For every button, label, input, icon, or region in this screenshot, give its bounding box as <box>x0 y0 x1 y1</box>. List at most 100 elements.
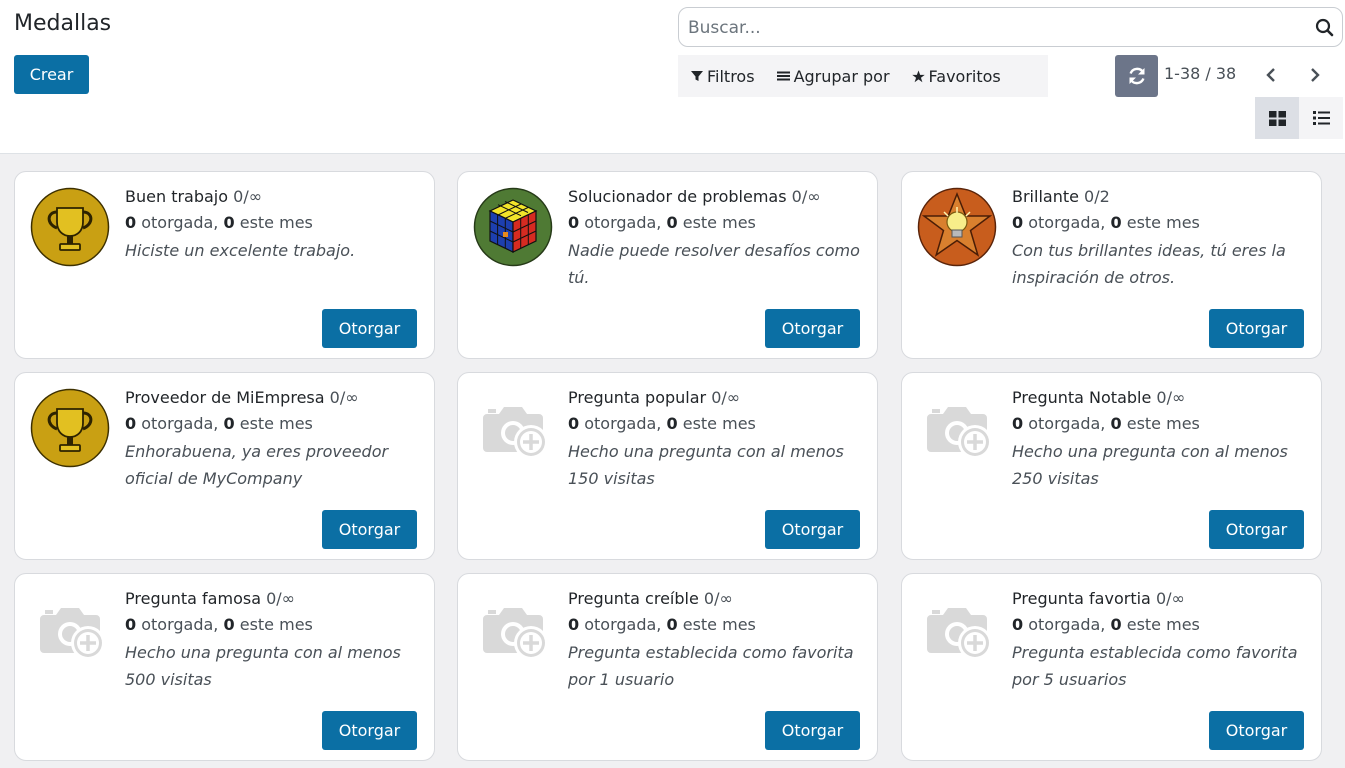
grant-button[interactable]: Otorgar <box>1209 510 1304 549</box>
camera-placeholder-icon <box>917 589 997 669</box>
badge-name: Pregunta famosa <box>125 589 261 608</box>
rubik-cube-icon <box>473 187 553 267</box>
month-count: 0 <box>666 213 678 232</box>
create-button[interactable]: Crear <box>14 55 89 94</box>
month-count: 0 <box>666 615 678 634</box>
month-label: este mes <box>682 213 756 232</box>
group-by-toggle[interactable]: Agrupar por <box>776 67 890 86</box>
bars-icon <box>776 71 790 81</box>
badge-description: Hecho una pregunta con al menos 250 visi… <box>1012 442 1288 488</box>
badge-description: Nadie puede resolver desafíos como tú. <box>568 241 860 287</box>
pager-value[interactable]: 1-38 / 38 <box>1164 64 1236 83</box>
badge-name: Brillante <box>1012 187 1079 206</box>
pager-next-button[interactable] <box>1304 63 1326 87</box>
month-label: este mes <box>1126 414 1200 433</box>
grant-button[interactable]: Otorgar <box>322 510 417 549</box>
chevron-right-icon <box>1311 68 1320 82</box>
badge-description: Pregunta establecida como favorita por 5… <box>1012 643 1298 689</box>
view-switcher <box>1255 97 1343 139</box>
month-count: 0 <box>223 414 235 433</box>
badge-description: Hecho una pregunta con al menos 150 visi… <box>568 442 844 488</box>
granted-label: otorgada, <box>141 213 219 232</box>
reload-button[interactable] <box>1115 55 1158 97</box>
granted-count: 0 <box>568 615 580 634</box>
badge-card[interactable]: Buen trabajo 0/∞ 0 otorgada, 0 este mes … <box>14 171 435 359</box>
kanban-view: Buen trabajo 0/∞ 0 otorgada, 0 este mes … <box>0 154 1345 768</box>
granted-label: otorgada, <box>1028 213 1106 232</box>
badge-limit: 0/∞ <box>703 589 733 608</box>
grant-button[interactable]: Otorgar <box>322 711 417 750</box>
granted-label: otorgada, <box>584 615 662 634</box>
badge-limit: 0/∞ <box>791 187 821 206</box>
badge-limit: 0/2 <box>1084 187 1110 206</box>
badge-limit: 0/∞ <box>233 187 263 206</box>
control-panel: Medallas Crear Filtros Agrupar por Favor… <box>0 0 1345 154</box>
granted-count: 0 <box>568 213 580 232</box>
granted-label: otorgada, <box>1028 414 1106 433</box>
badge-card[interactable]: Pregunta famosa 0/∞ 0 otorgada, 0 este m… <box>14 573 435 761</box>
badge-description: Hiciste un excelente trabajo. <box>125 241 356 260</box>
badge-name: Proveedor de MiEmpresa <box>125 388 325 407</box>
badge-card[interactable]: Solucionador de problemas 0/∞ 0 otorgada… <box>457 171 878 359</box>
filters-toggle[interactable]: Filtros <box>691 67 755 86</box>
grant-button[interactable]: Otorgar <box>1209 711 1304 750</box>
badge-limit: 0/∞ <box>1155 589 1185 608</box>
grant-button[interactable]: Otorgar <box>765 510 860 549</box>
month-label: este mes <box>682 414 756 433</box>
chevron-left-icon <box>1266 68 1275 82</box>
trophy-icon <box>30 388 110 468</box>
badge-card[interactable]: Pregunta creíble 0/∞ 0 otorgada, 0 este … <box>457 573 878 761</box>
badge-description: Pregunta establecida como favorita por 1… <box>568 643 854 689</box>
trophy-icon <box>30 187 110 267</box>
month-label: este mes <box>239 615 313 634</box>
favorites-label: Favoritos <box>928 66 1001 86</box>
star-icon <box>911 70 925 82</box>
favorites-toggle[interactable]: Favoritos <box>911 66 1001 86</box>
month-count: 0 <box>223 615 235 634</box>
badge-card[interactable]: Pregunta Notable 0/∞ 0 otorgada, 0 este … <box>901 372 1322 560</box>
camera-placeholder-icon <box>917 388 997 468</box>
badge-description: Enhorabuena, ya eres proveedor oficial d… <box>125 442 389 488</box>
granted-count: 0 <box>125 414 137 433</box>
grant-button[interactable]: Otorgar <box>765 711 860 750</box>
badge-limit: 0/∞ <box>711 388 741 407</box>
month-count: 0 <box>1110 414 1122 433</box>
badge-description: Con tus brillantes ideas, tú eres la ins… <box>1012 241 1286 287</box>
grant-button[interactable]: Otorgar <box>1209 309 1304 348</box>
badge-card[interactable]: Pregunta popular 0/∞ 0 otorgada, 0 este … <box>457 372 878 560</box>
badge-name: Pregunta creíble <box>568 589 699 608</box>
granted-count: 0 <box>125 213 137 232</box>
grant-button[interactable]: Otorgar <box>765 309 860 348</box>
search-icon[interactable] <box>1314 17 1336 39</box>
th-large-icon <box>1268 110 1286 126</box>
granted-count: 0 <box>1012 414 1024 433</box>
granted-label: otorgada, <box>584 414 662 433</box>
month-label: este mes <box>682 615 756 634</box>
granted-label: otorgada, <box>1028 615 1106 634</box>
month-count: 0 <box>223 213 235 232</box>
grant-button[interactable]: Otorgar <box>322 309 417 348</box>
granted-label: otorgada, <box>141 615 219 634</box>
filter-icon <box>691 71 703 81</box>
badge-card[interactable]: Proveedor de MiEmpresa 0/∞ 0 otorgada, 0… <box>14 372 435 560</box>
kanban-view-button[interactable] <box>1255 97 1299 139</box>
month-label: este mes <box>1126 615 1200 634</box>
month-label: este mes <box>1126 213 1200 232</box>
granted-label: otorgada, <box>584 213 662 232</box>
badge-name: Pregunta popular <box>568 388 707 407</box>
badge-card[interactable]: Pregunta favortia 0/∞ 0 otorgada, 0 este… <box>901 573 1322 761</box>
badge-card[interactable]: Brillante 0/2 0 otorgada, 0 este mes Con… <box>901 171 1322 359</box>
badge-description: Hecho una pregunta con al menos 500 visi… <box>125 643 401 689</box>
granted-count: 0 <box>1012 213 1024 232</box>
month-count: 0 <box>1110 615 1122 634</box>
pager-previous-button[interactable] <box>1260 63 1282 87</box>
month-count: 0 <box>1110 213 1122 232</box>
granted-label: otorgada, <box>141 414 219 433</box>
list-view-button[interactable] <box>1299 97 1343 139</box>
lightbulb-star-icon <box>917 187 997 267</box>
search-bar <box>678 7 1343 47</box>
search-input[interactable] <box>688 17 1308 39</box>
badge-limit: 0/∞ <box>266 589 295 608</box>
badge-name: Solucionador de problemas <box>568 187 787 206</box>
page-title: Medallas <box>14 11 112 36</box>
